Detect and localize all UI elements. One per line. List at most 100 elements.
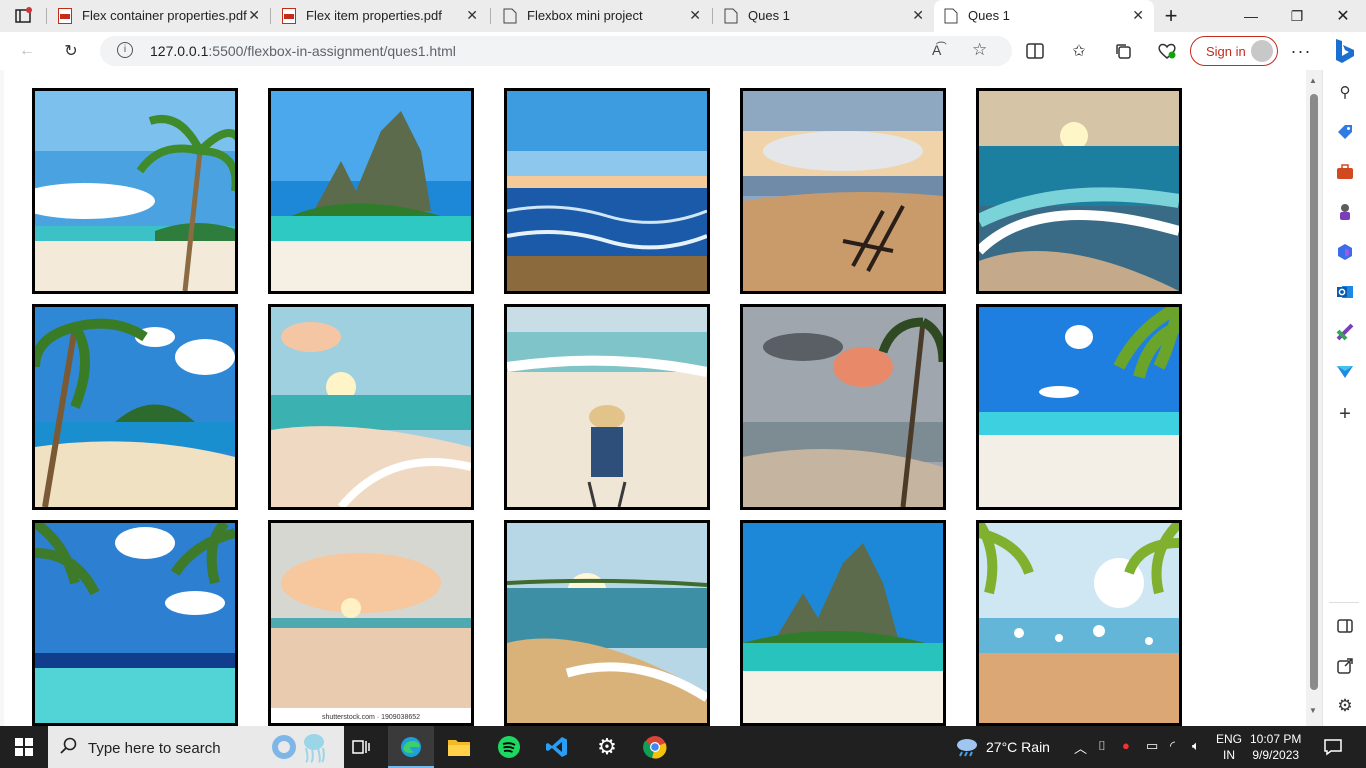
gallery-image-limestone-island-2 [740,520,946,726]
collections-icon[interactable] [1112,41,1134,61]
network-adapter-icon[interactable]: ⌷ [1098,738,1106,754]
browser-essentials-icon[interactable] [1156,41,1178,61]
games-icon[interactable] [1335,202,1355,222]
settings-gear-icon[interactable]: ⚙ [1335,696,1355,716]
refresh-icon[interactable]: ↻ [60,41,82,61]
rain-cloud-icon [954,736,980,763]
chevron-up-icon[interactable]: ︿ [1074,738,1087,757]
system-clock[interactable]: 10:07 PM 9/9/2023 [1250,731,1301,763]
close-icon[interactable]: ✕ [1132,7,1144,24]
sidebar-layout-icon[interactable] [1335,616,1355,636]
open-external-icon[interactable] [1335,656,1355,676]
search-placeholder: Type here to search [88,740,221,757]
gallery-image-golden-shore [504,520,710,726]
tab-label: Flex item properties.pdf [306,8,442,23]
close-icon[interactable]: ✕ [689,7,701,24]
gallery-image-palm-beach [32,88,238,294]
windows-start-icon[interactable] [11,734,37,760]
gallery-image-woman-deckchair [504,304,710,510]
notification-icon[interactable] [1320,734,1346,760]
tab-flexbox-mini-project[interactable]: Flexbox mini project ✕ [493,0,711,32]
shopping-tag-icon[interactable] [1335,122,1355,142]
page-icon [503,8,517,24]
chrome-icon[interactable] [642,734,668,760]
pdf-icon [58,8,72,24]
gallery-image-palm-fronds-sky [32,520,238,726]
gallery-image-pastel-sunrise [268,304,474,510]
info-icon[interactable]: i [117,42,133,58]
edge-icon [398,734,424,760]
search-icon [60,737,78,760]
page-icon [944,8,958,24]
read-aloud-icon[interactable]: A͡ [932,42,941,58]
task-view-icon[interactable] [348,734,374,760]
tab-flex-item-pdf[interactable]: Flex item properties.pdf ✕ [272,0,488,32]
restore-icon[interactable]: ❐ [1274,0,1320,32]
sign-in-button[interactable]: Sign in [1190,36,1278,66]
drop-icon[interactable] [1335,362,1355,382]
gallery-image-ocean-horizon [504,88,710,294]
antivirus-icon[interactable]: ● [1122,738,1130,753]
taskbar-search-box[interactable]: Type here to search [48,726,344,768]
gallery-image-bright-palm-beach [976,304,1182,510]
outlook-icon[interactable] [1335,282,1355,302]
taskbar-edge-active[interactable] [388,726,434,768]
page-icon [724,8,738,24]
gallery-image-beach-chairs [740,88,946,294]
gallery-image-palm-island [32,304,238,510]
tab-label: Flex container properties.pdf [82,8,247,23]
tab-label: Ques 1 [748,8,790,23]
tab-bar: Flex container properties.pdf ✕ Flex ite… [0,0,1366,32]
language-code: ENG [1216,732,1243,746]
tab-flex-container-pdf[interactable]: Flex container properties.pdf ✕ [48,0,270,32]
tab-label: Ques 1 [968,8,1010,23]
vscode-icon[interactable] [544,734,570,760]
scrollbar-thumb[interactable] [1310,94,1318,690]
volume-icon[interactable]: 🔈︎ [1192,738,1200,754]
url-text: 127.0.0.1:5500/flexbox-in-assignment/que… [150,43,456,59]
microsoft-365-icon[interactable] [1335,242,1355,262]
wifi-icon[interactable]: ◜ [1170,738,1175,754]
page-content: shutterstock.com · 1909038652 [4,70,1306,726]
clock-time: 10:07 PM [1250,732,1302,746]
stock-caption: shutterstock.com · 1909038652 [322,714,420,721]
weather-text[interactable]: 27°C Rain [986,739,1050,755]
search-icon[interactable]: ⚲ [1335,82,1355,102]
bing-copilot-icon[interactable] [1330,37,1358,65]
designer-icon[interactable] [1335,322,1355,342]
edge-sidebar: ⚲ + ⚙ [1322,70,1366,726]
gallery-image-sandy-sunset: shutterstock.com · 1909038652 [268,520,474,726]
close-icon[interactable]: ✕ [248,7,260,24]
settings-gear-icon[interactable]: ⚙ [594,734,620,760]
close-icon[interactable]: ✕ [912,7,924,24]
region-code: IN [1223,748,1235,762]
more-menu-icon[interactable]: ··· [1290,41,1312,61]
page-scrollbar[interactable]: ▲ ▼ [1306,70,1322,726]
new-tab-icon[interactable]: + [1158,3,1184,29]
back-icon[interactable]: ← [16,41,38,61]
spotify-icon[interactable] [496,734,522,760]
gallery-image-palm-sand-bokeh [976,520,1182,726]
split-screen-icon[interactable] [1024,41,1046,61]
tab-actions-icon[interactable] [10,3,36,29]
file-explorer-icon[interactable] [446,734,472,760]
tab-ques1[interactable]: Ques 1 ✕ [714,0,934,32]
favorite-star-icon[interactable]: ☆ [972,40,987,60]
tools-briefcase-icon[interactable] [1335,162,1355,182]
tab-ques1-active[interactable]: Ques 1 ✕ [934,0,1154,32]
input-language[interactable]: ENG IN [1216,731,1242,763]
minimize-icon[interactable]: — [1228,0,1274,32]
gallery-image-stormy-palms [740,304,946,510]
browser-toolbar: ← ↻ i 127.0.0.1:5500/flexbox-in-assignme… [0,32,1366,70]
close-icon[interactable]: ✕ [466,7,478,24]
clock-date: 9/9/2023 [1252,748,1300,762]
avatar [1251,40,1273,62]
battery-icon[interactable]: ▭ [1146,738,1158,754]
window-close-icon[interactable]: ✕ [1320,0,1366,32]
favorites-icon[interactable]: ✩ [1068,41,1090,61]
taskbar: Type here to search ⚙ 27°C Rain ︿ ⌷ ● ▭ … [0,726,1366,768]
address-bar[interactable]: i 127.0.0.1:5500/flexbox-in-assignment/q… [100,36,1012,66]
tab-label: Flexbox mini project [527,8,643,23]
gallery-image-limestone-island [268,88,474,294]
add-sidebar-app-icon[interactable]: + [1335,403,1355,425]
